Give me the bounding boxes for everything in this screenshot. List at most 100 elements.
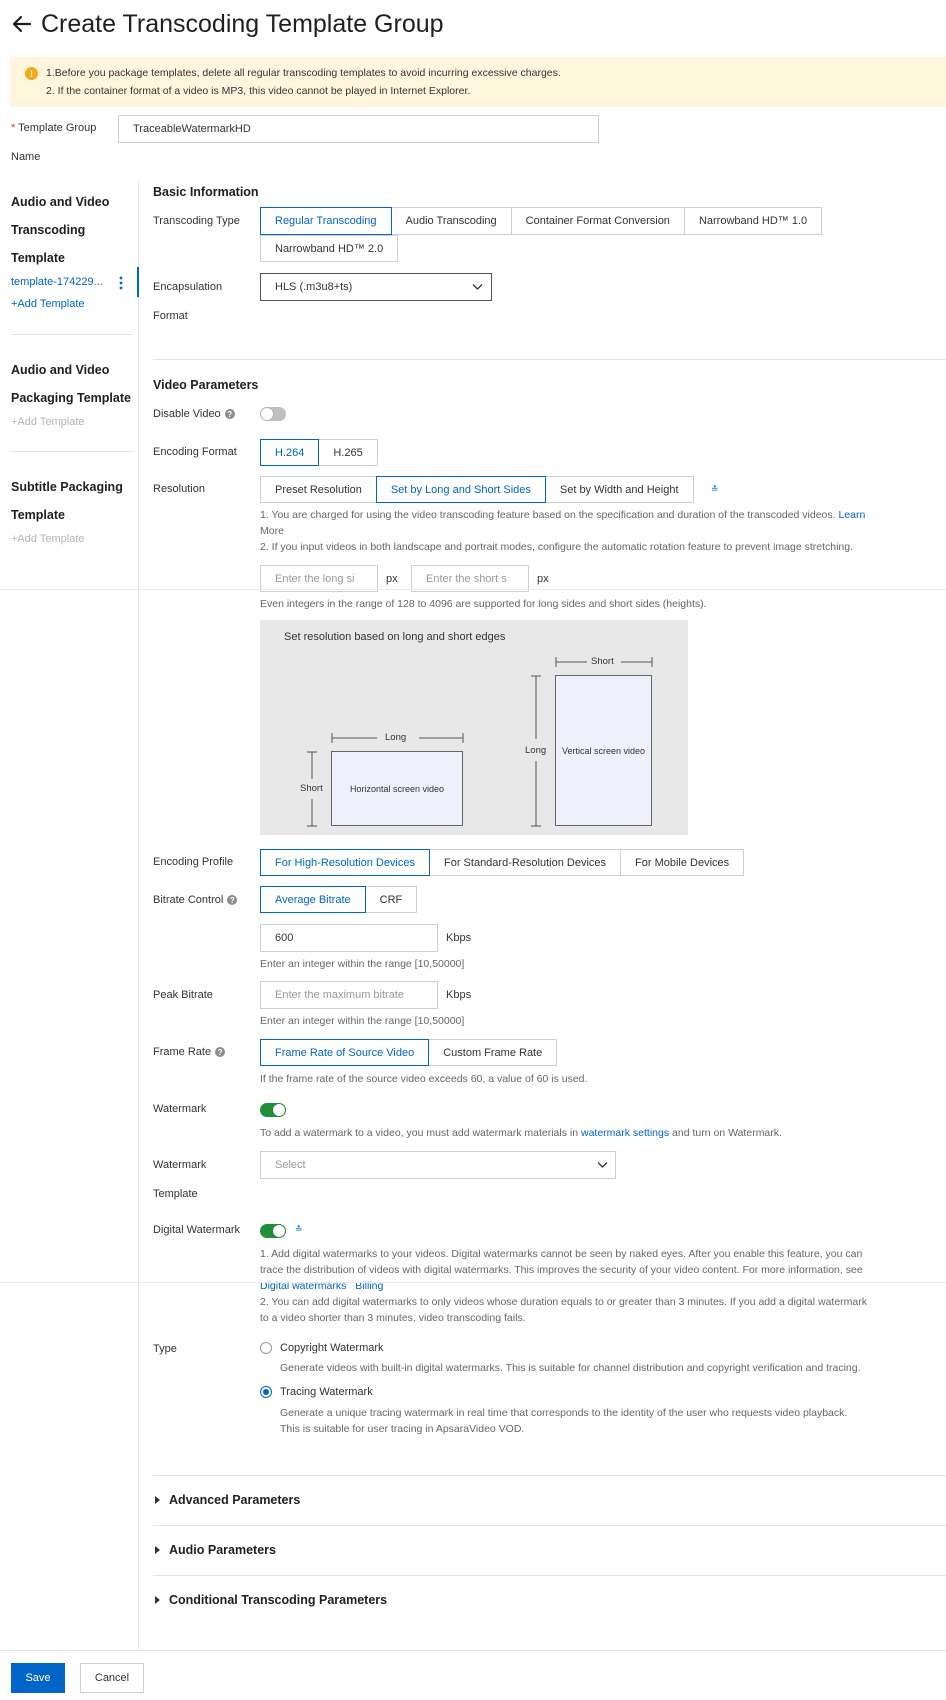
copyright-watermark-radio[interactable] xyxy=(260,1342,272,1354)
frame-rate-selector: Frame Rate of Source Video Custom Frame … xyxy=(260,1039,558,1066)
chevron-expand-icon[interactable]: ≛ xyxy=(295,1224,303,1235)
sidebar-add-transcoding-template[interactable]: +Add Template xyxy=(11,298,85,310)
encoding-profile-standard[interactable]: For Standard-Resolution Devices xyxy=(429,849,622,876)
sidebar-av-transcoding-title: Audio and Video Transcoding Template xyxy=(11,195,110,265)
transcoding-type-nhd-1[interactable]: Narrowband HD™ 1.0 xyxy=(683,207,823,235)
disable-video-toggle[interactable] xyxy=(260,407,286,421)
encapsulation-select[interactable]: HLS (.m3u8+ts) xyxy=(260,273,492,301)
help-icon[interactable]: ? xyxy=(215,1047,226,1058)
advanced-params-toggle[interactable]: Advanced Parameters xyxy=(155,1493,300,1507)
sidebar-av-packaging-title: Audio and Video Packaging Template xyxy=(11,363,131,405)
horizontal-video-box: Horizontal screen video xyxy=(331,751,463,826)
resolution-label: Resolution xyxy=(153,483,205,495)
encoding-format-selector: H.264 H.265 xyxy=(260,439,378,466)
watermark-settings-link[interactable]: watermark settings xyxy=(581,1127,669,1139)
conditional-params-toggle[interactable]: Conditional Transcoding Parameters xyxy=(155,1593,387,1607)
bitrate-mode-crf[interactable]: CRF xyxy=(364,886,418,913)
basic-info-title: Basic Information xyxy=(153,185,259,199)
encoding-profile-label: Encoding Profile xyxy=(153,856,234,868)
conditional-params-label: Conditional Transcoding Parameters xyxy=(169,1593,388,1607)
encoding-format-h265[interactable]: H.265 xyxy=(318,439,378,466)
frame-rate-label: Frame Rate? xyxy=(153,1046,226,1058)
sidebar-divider-1 xyxy=(11,334,133,335)
digital-note-2-line2: to a video shorter than 3 minutes, video… xyxy=(260,1312,526,1324)
sidebar-subtitle-packaging-title: Subtitle Packaging Template xyxy=(11,480,123,522)
diagram-title: Set resolution based on long and short e… xyxy=(284,631,506,643)
sidebar-divider-2 xyxy=(11,451,133,452)
learn-more-link[interactable]: Learn xyxy=(838,509,865,521)
transcoding-type-selector: Regular Transcoding Audio Transcoding Co… xyxy=(260,207,823,235)
sidebar-divider-vertical xyxy=(138,180,139,1650)
bitrate-unit: Kbps xyxy=(446,932,472,944)
caret-right-icon xyxy=(155,1496,160,1504)
watermark-toggle[interactable] xyxy=(260,1103,286,1117)
chevron-expand-icon[interactable]: ≛ xyxy=(711,484,719,495)
encoding-format-label: Encoding Format xyxy=(153,446,237,458)
cancel-button[interactable]: Cancel xyxy=(80,1663,144,1693)
digital-note-1-line2: trace the distribution of videos with di… xyxy=(260,1264,863,1276)
learn-more-link-cont[interactable]: More xyxy=(260,523,284,539)
tracing-watermark-desc-1: Generate a unique tracing watermark in r… xyxy=(280,1407,848,1419)
frame-rate-source[interactable]: Frame Rate of Source Video xyxy=(260,1039,430,1066)
disable-video-label: Disable Video? xyxy=(153,408,235,420)
resolution-preset[interactable]: Preset Resolution xyxy=(260,476,377,503)
transcoding-type-nhd-2[interactable]: Narrowband HD™ 2.0 xyxy=(260,235,399,262)
rendering-seam-2 xyxy=(0,1282,946,1283)
help-icon[interactable]: ? xyxy=(224,409,235,420)
chevron-down-icon xyxy=(597,1160,608,1172)
transcoding-type-regular[interactable]: Regular Transcoding xyxy=(260,207,392,235)
short-side-input[interactable]: Enter the short s xyxy=(411,565,529,592)
transcoding-type-container[interactable]: Container Format Conversion xyxy=(510,207,685,235)
horizontal-short-label: Short xyxy=(300,783,323,794)
type-label: Type xyxy=(153,1343,177,1355)
digital-note-2-line1: 2. You can add digital watermarks to onl… xyxy=(260,1296,868,1308)
encoding-profile-high[interactable]: For High-Resolution Devices xyxy=(260,849,430,876)
save-button[interactable]: Save xyxy=(11,1663,65,1693)
collapse-divider-2 xyxy=(153,1525,946,1526)
group-name-label: * Template Group xyxy=(11,122,97,134)
sidebar-active-indicator xyxy=(137,267,139,297)
frame-rate-custom[interactable]: Custom Frame Rate xyxy=(428,1039,558,1066)
watermark-template-select[interactable]: Select xyxy=(260,1151,616,1179)
help-icon[interactable]: ? xyxy=(227,895,238,906)
resolution-note-2: 2. If you input videos in both landscape… xyxy=(260,541,854,553)
notice-banner: ! 1.Before you package templates, delete… xyxy=(10,57,946,107)
resolution-long-short[interactable]: Set by Long and Short Sides xyxy=(375,476,546,503)
group-name-label-line2: Name xyxy=(11,151,41,163)
copyright-watermark-label[interactable]: Copyright Watermark xyxy=(280,1342,384,1354)
sidebar-add-packaging-template: +Add Template xyxy=(11,416,85,428)
copyright-watermark-desc: Generate videos with built-in digital wa… xyxy=(280,1362,861,1374)
tracing-watermark-label[interactable]: Tracing Watermark xyxy=(280,1386,373,1398)
encapsulation-label-line2: Format xyxy=(153,310,188,322)
resolution-selector: Preset Resolution Set by Long and Short … xyxy=(260,476,694,503)
bitrate-input[interactable]: 600 xyxy=(260,924,438,952)
tracing-watermark-radio[interactable] xyxy=(260,1386,272,1398)
rendering-seam xyxy=(0,589,946,590)
range-hint: Even integers in the range of 128 to 409… xyxy=(260,598,707,610)
chevron-down-icon xyxy=(472,282,483,294)
peak-bitrate-hint: Enter an integer within the range [10,50… xyxy=(260,1015,465,1027)
tracing-watermark-desc-2: This is suitable for user tracing in Aps… xyxy=(280,1423,525,1435)
resolution-width-height[interactable]: Set by Width and Height xyxy=(544,476,694,503)
frame-rate-hint: If the frame rate of the source video ex… xyxy=(260,1073,588,1085)
horizontal-video-label: Horizontal screen video xyxy=(349,783,445,794)
vertical-video-box: Vertical screen video xyxy=(555,675,652,826)
sidebar-add-subtitle-template: +Add Template xyxy=(11,533,85,545)
transcoding-type-label: Transcoding Type xyxy=(153,215,240,227)
group-name-input[interactable]: TraceableWatermarkHD xyxy=(118,115,599,143)
back-arrow-icon[interactable] xyxy=(10,12,34,36)
caret-right-icon xyxy=(155,1596,160,1604)
watermark-template-label-line2: Template xyxy=(153,1188,198,1200)
peak-bitrate-input[interactable]: Enter the maximum bitrate xyxy=(260,981,438,1009)
bitrate-mode-average[interactable]: Average Bitrate xyxy=(260,886,366,913)
audio-params-toggle[interactable]: Audio Parameters xyxy=(155,1543,276,1557)
encoding-format-h264[interactable]: H.264 xyxy=(260,439,320,466)
encoding-profile-mobile[interactable]: For Mobile Devices xyxy=(620,849,745,876)
vertical-short-label: Short xyxy=(591,656,614,667)
digital-watermark-toggle[interactable] xyxy=(260,1224,286,1238)
sidebar-template-item[interactable]: template-174229... xyxy=(11,276,103,288)
short-side-unit: px xyxy=(537,573,549,585)
long-side-input[interactable]: Enter the long si xyxy=(260,565,378,592)
more-vertical-icon[interactable] xyxy=(117,275,125,291)
transcoding-type-audio[interactable]: Audio Transcoding xyxy=(390,207,512,235)
